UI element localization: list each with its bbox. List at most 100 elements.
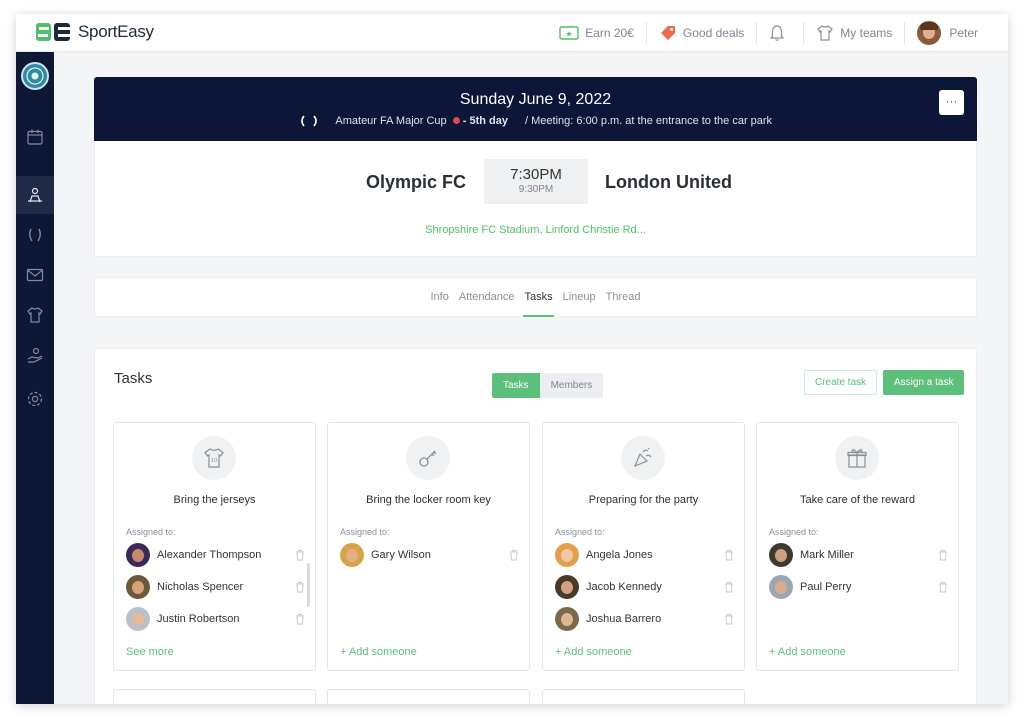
avatar — [126, 575, 150, 599]
task-card: Bring the locker room key Assigned to: G… — [327, 422, 530, 671]
member-name: Mark Miller — [800, 549, 854, 561]
trash-icon[interactable] — [723, 549, 735, 561]
member-row: Nicholas Spencer — [126, 574, 306, 600]
good-deals-label: Good deals — [682, 26, 745, 40]
stadium-link[interactable]: Shropshire FC Stadium, Linford Christie … — [95, 224, 976, 236]
gift-icon — [847, 449, 867, 468]
sidebar-item-equipment[interactable] — [16, 296, 54, 334]
task-card: Take care of the reward Assigned to: Mar… — [756, 422, 959, 671]
more-options-button[interactable]: ··· — [939, 90, 964, 115]
laurel-icon — [301, 115, 317, 127]
assigned-label: Assigned to: — [126, 527, 176, 537]
task-card: Preparing for the party Assigned to: Ang… — [542, 422, 745, 671]
member-row: Alexander Thompson — [126, 542, 306, 568]
toggle-tasks[interactable]: Tasks — [492, 373, 540, 398]
task-icon — [621, 436, 665, 480]
app-window: SportEasy ★ Earn 20€ Good deals My teams… — [16, 14, 1008, 704]
avatar — [555, 575, 579, 599]
party-icon — [633, 447, 652, 468]
kickoff-time: 7:30PM — [510, 166, 562, 183]
event-subtitle: Amateur FA Major Cup - 5th day / Meeting… — [94, 115, 977, 127]
jersey-icon: 10 — [204, 448, 224, 468]
trophy-icon — [29, 228, 41, 242]
task-icon: 10 — [192, 436, 236, 480]
member-row: Gary Wilson — [340, 542, 520, 568]
sidebar-item-sponsors[interactable] — [16, 336, 54, 374]
member-name: Jacob Kennedy — [586, 581, 662, 593]
sidebar-item-team[interactable] — [16, 176, 54, 214]
away-team: London United — [605, 172, 732, 192]
tasks-title: Tasks — [114, 370, 153, 387]
trash-icon[interactable] — [294, 549, 306, 561]
member-row: Paul Perry — [769, 574, 949, 600]
tasks-panel: Tasks Tasks Members Create task Assign a… — [94, 348, 977, 704]
see-more-link[interactable]: See more — [126, 646, 174, 658]
tab-info[interactable]: Info — [429, 277, 449, 317]
trash-icon[interactable] — [294, 581, 306, 593]
scrollbar[interactable] — [307, 563, 310, 607]
add-someone-link[interactable]: + Add someone — [340, 646, 417, 658]
add-someone-link[interactable]: + Add someone — [555, 646, 632, 658]
user-name: Peter — [949, 26, 978, 40]
member-row: Justin Robertson — [126, 606, 306, 632]
tab-attendance[interactable]: Attendance — [458, 277, 516, 317]
trash-icon[interactable] — [294, 613, 306, 625]
top-navbar: SportEasy ★ Earn 20€ Good deals My teams… — [16, 14, 1008, 52]
meeting-info: / Meeting: 6:00 p.m. at the entrance to … — [525, 115, 773, 127]
top-nav-actions: ★ Earn 20€ Good deals My teams Peter — [547, 14, 990, 52]
task-card — [327, 689, 530, 704]
club-logo-icon[interactable] — [21, 62, 49, 90]
tab-thread[interactable]: Thread — [605, 277, 642, 317]
member-name: Angela Jones — [586, 549, 653, 561]
trash-icon[interactable] — [723, 581, 735, 593]
assigned-label: Assigned to: — [769, 527, 819, 537]
member-row: Jacob Kennedy — [555, 574, 735, 600]
user-menu[interactable]: Peter — [904, 21, 990, 45]
jersey-icon — [27, 307, 43, 323]
sidebar-item-competitions[interactable] — [16, 216, 54, 254]
home-team: Olympic FC — [366, 172, 467, 192]
add-someone-link[interactable]: + Add someone — [769, 646, 846, 658]
avatar — [917, 21, 942, 45]
task-title: Bring the locker room key — [366, 494, 491, 506]
my-teams-link[interactable]: My teams — [803, 22, 904, 44]
task-icon — [406, 436, 450, 480]
sporteasy-logo[interactable]: SportEasy — [36, 22, 154, 42]
earn-link[interactable]: ★ Earn 20€ — [547, 22, 646, 44]
trash-icon[interactable] — [723, 613, 735, 625]
trash-icon[interactable] — [508, 549, 520, 561]
assign-task-button[interactable]: Assign a task — [883, 370, 965, 395]
earn-label: Earn 20€ — [585, 26, 634, 40]
ticket-icon: ★ — [559, 26, 579, 40]
settings-icon — [27, 391, 43, 407]
sidebar-item-messages[interactable] — [16, 256, 54, 294]
tab-lineup[interactable]: Lineup — [562, 277, 597, 317]
member-name: Paul Perry — [800, 581, 852, 593]
tasks-view-toggle: Tasks Members — [492, 373, 604, 398]
team-icon — [28, 187, 42, 203]
toggle-members[interactable]: Members — [539, 373, 604, 398]
competition-badge-icon — [452, 117, 460, 124]
sidebar-item-settings[interactable] — [16, 380, 54, 418]
trash-icon[interactable] — [937, 581, 949, 593]
avatar — [340, 543, 364, 567]
hand-icon — [27, 347, 43, 363]
avatar — [769, 575, 793, 599]
avatar — [126, 543, 150, 567]
avatar — [555, 607, 579, 631]
member-row: Joshua Barrero — [555, 606, 735, 632]
create-task-button[interactable]: Create task — [804, 370, 878, 395]
task-card — [113, 689, 316, 704]
key-icon — [419, 450, 437, 467]
task-card: 10 Bring the jerseys Assigned to: Alexan… — [113, 422, 316, 671]
end-time: 9:30PM — [518, 184, 554, 195]
tab-tasks[interactable]: Tasks — [523, 277, 554, 317]
tag-icon — [660, 26, 675, 40]
se-logo-icon — [36, 23, 70, 41]
good-deals-link[interactable]: Good deals — [645, 22, 756, 44]
notifications-button[interactable] — [756, 22, 803, 44]
sidebar-item-calendar[interactable] — [16, 118, 54, 156]
member-name: Justin Robertson — [157, 613, 240, 625]
trash-icon[interactable] — [937, 549, 949, 561]
task-title: Bring the jerseys — [173, 494, 256, 506]
